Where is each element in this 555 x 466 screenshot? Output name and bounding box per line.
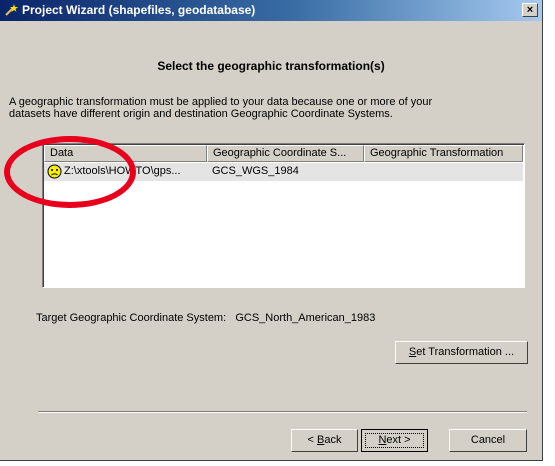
- cell-data: Z:\xtools\HOWTO\gps...: [64, 165, 181, 177]
- table-row[interactable]: Z:\xtools\HOWTO\gps... GCS_WGS_1984: [44, 163, 523, 181]
- description-text: A geographic transformation must be appl…: [9, 96, 529, 120]
- focus-rect: [365, 433, 424, 448]
- target-gcs-value: GCS_North_American_1983: [235, 312, 376, 324]
- description-line-1: A geographic transformation must be appl…: [9, 96, 433, 108]
- separator: [38, 411, 527, 413]
- datasets-list[interactable]: Data Geographic Coordinate S... Geograph…: [42, 143, 525, 288]
- project-wizard-dialog: Project Wizard (shapefiles, geodatabase)…: [0, 0, 543, 461]
- sad-face-warning-icon: [47, 164, 62, 179]
- datasets-list-inner: Data Geographic Coordinate S... Geograph…: [43, 144, 524, 287]
- column-header-data[interactable]: Data: [44, 145, 207, 162]
- title-bar[interactable]: Project Wizard (shapefiles, geodatabase)…: [0, 0, 542, 21]
- description-line-2: datasets have different origin and desti…: [9, 108, 393, 120]
- back-label: ack: [324, 434, 342, 446]
- cancel-button[interactable]: Cancel: [449, 429, 527, 452]
- column-header-gcs[interactable]: Geographic Coordinate S...: [207, 145, 364, 162]
- target-gcs-label: Target Geographic Coordinate System:: [36, 312, 227, 324]
- close-button[interactable]: ×: [522, 3, 538, 17]
- back-prefix: <: [307, 434, 317, 446]
- column-header-transformation[interactable]: Geographic Transformation: [364, 145, 523, 162]
- set-transformation-label: et Transformation ...: [416, 346, 515, 358]
- next-button[interactable]: Next >: [361, 429, 428, 452]
- target-gcs: Target Geographic Coordinate System: GCS…: [36, 312, 375, 324]
- set-transformation-button[interactable]: Set Transformation ...: [395, 341, 528, 364]
- cell-gcs: GCS_WGS_1984: [212, 165, 299, 177]
- wizard-wand-icon: [5, 4, 18, 16]
- back-button[interactable]: < Back: [291, 429, 358, 452]
- window-title: Project Wizard (shapefiles, geodatabase): [22, 3, 256, 17]
- page-title: Select the geographic transformation(s): [157, 59, 385, 73]
